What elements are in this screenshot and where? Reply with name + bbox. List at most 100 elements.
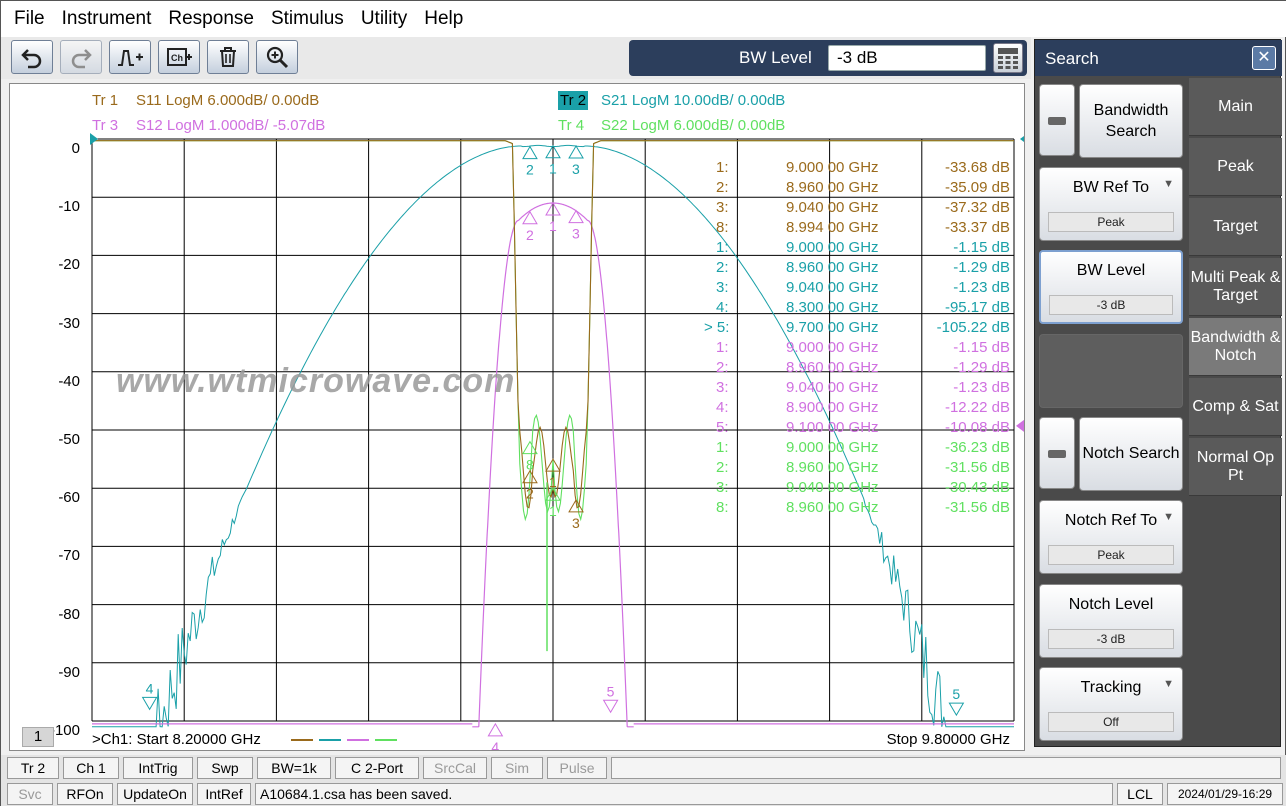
status-svc[interactable]: Svc — [7, 783, 53, 805]
menu-stimulus[interactable]: Stimulus — [264, 8, 354, 30]
menu-help[interactable]: Help — [417, 8, 473, 30]
bw-level-button[interactable]: BW Level -3 dB — [1039, 250, 1183, 324]
stop-frequency[interactable]: Stop 9.80000 GHz — [887, 731, 1010, 748]
tracking-button[interactable]: Tracking ▼ Off — [1039, 667, 1183, 741]
tab-normal-op-pt[interactable]: Normal Op Pt — [1189, 438, 1282, 496]
notch-ref-to-label: Notch Ref To — [1064, 512, 1158, 529]
marker-frequency: 9.040 00 GHz — [786, 199, 879, 216]
marker-id: > 5: — [704, 319, 730, 336]
chevron-down-icon: ▼ — [1163, 178, 1174, 190]
bandwidth-search-label: Bandwidth Search — [1093, 102, 1169, 140]
s21-marker-3-label: 3 — [572, 161, 580, 177]
zoom-button[interactable] — [256, 40, 298, 74]
menu-file[interactable]: File — [7, 8, 55, 30]
status-srccal[interactable]: SrcCal — [423, 757, 487, 779]
status-channel[interactable]: Ch 1 — [63, 757, 119, 779]
notch-ref-to-button[interactable]: Notch Ref To ▼ Peak — [1039, 500, 1183, 574]
marker-frequency: 9.000 00 GHz — [786, 159, 879, 176]
status-pulse[interactable]: Pulse — [547, 757, 607, 779]
marker-value: -95.17 dB — [944, 299, 1010, 316]
marker-frequency: 9.000 00 GHz — [786, 439, 879, 456]
channel-number[interactable]: 1 — [22, 727, 54, 747]
marker-id: 3: — [716, 279, 729, 296]
s12-marker-4 — [487, 722, 504, 737]
status-int-ref[interactable]: IntRef — [197, 783, 251, 805]
status-sweep[interactable]: Swp — [197, 757, 253, 779]
bandwidth-search-toggle[interactable] — [1039, 84, 1075, 156]
notch-search-label: Notch Search — [1082, 445, 1180, 462]
zoom-icon — [266, 46, 289, 69]
undo-button[interactable] — [11, 40, 53, 74]
measurement-display[interactable]: 213213213814545 Tr 1 S11 LogM 6.000dB/ 0… — [9, 83, 1025, 751]
channel-add-icon: Ch — [167, 48, 192, 66]
menu-utility[interactable]: Utility — [354, 8, 417, 30]
start-frequency[interactable]: >Ch1: Start 8.20000 GHz — [92, 731, 261, 748]
status-message: A10684.1.csa has been saved. — [255, 783, 1113, 805]
marker-frequency: 9.000 00 GHz — [786, 339, 879, 356]
marker-id: 1: — [716, 159, 729, 176]
marker-frequency: 8.960 00 GHz — [786, 499, 879, 516]
empty-softkey — [1039, 334, 1183, 408]
tab-main[interactable]: Main — [1189, 78, 1282, 136]
s21-marker-5 — [948, 702, 965, 717]
status-bar-bottom: Svc RFOn UpdateOn IntRef A10684.1.csa ha… — [1, 781, 1286, 806]
trace-3-label[interactable]: Tr 3 — [92, 117, 118, 134]
chevron-down-icon: ▼ — [1163, 511, 1174, 523]
delete-button[interactable] — [207, 40, 249, 74]
keypad-button[interactable] — [993, 43, 1023, 73]
marker-id: 1: — [716, 439, 729, 456]
status-sim[interactable]: Sim — [491, 757, 543, 779]
menu-response[interactable]: Response — [161, 8, 264, 30]
trace-2-label[interactable]: Tr 2 — [558, 91, 589, 110]
status-calibration[interactable]: C 2-Port — [335, 757, 419, 779]
trace-color-legend — [291, 739, 397, 741]
marker-value: -33.68 dB — [944, 159, 1010, 176]
bw-ref-to-button[interactable]: BW Ref To ▼ Peak — [1039, 167, 1183, 241]
tab-bandwidth-notch[interactable]: Bandwidth & Notch — [1189, 318, 1282, 376]
close-icon[interactable]: ✕ — [1252, 46, 1276, 70]
s21-marker-4 — [141, 696, 158, 711]
trace-4-label[interactable]: Tr 4 — [558, 117, 584, 134]
keypad-icon — [998, 48, 1018, 69]
watermark: www.wtmicrowave.com — [116, 362, 516, 400]
s22-marker-8-label: 8 — [526, 457, 534, 473]
notch-search-button[interactable]: Notch Search — [1079, 417, 1183, 491]
marker-value: -35.09 dB — [944, 179, 1010, 196]
add-channel-button[interactable]: Ch — [158, 40, 200, 74]
menu-instrument[interactable]: Instrument — [55, 8, 162, 30]
add-marker-button[interactable] — [109, 40, 151, 74]
marker-id: 2: — [716, 359, 729, 376]
marker-frequency: 8.960 00 GHz — [786, 359, 879, 376]
tab-peak[interactable]: Peak — [1189, 138, 1282, 196]
notch-search-toggle[interactable] — [1039, 417, 1075, 489]
status-trigger[interactable]: IntTrig — [123, 757, 193, 779]
redo-button[interactable] — [60, 40, 102, 74]
status-if-bandwidth[interactable]: BW=1k — [257, 757, 331, 779]
status-rf-on[interactable]: RFOn — [57, 783, 113, 805]
trace-1-label[interactable]: Tr 1 — [92, 92, 118, 109]
bw-ref-to-label: BW Ref To — [1072, 179, 1150, 196]
bw-level-input[interactable] — [828, 45, 986, 71]
tab-comp-sat[interactable]: Comp & Sat — [1189, 378, 1282, 436]
bw-ref-to-value: Peak — [1048, 212, 1174, 232]
bandwidth-search-button[interactable]: Bandwidth Search — [1079, 84, 1183, 158]
status-trace[interactable]: Tr 2 — [7, 757, 59, 779]
marker-frequency: 8.994 00 GHz — [786, 219, 879, 236]
search-panel: Search ✕ Bandwidth Search BW Ref To ▼ Pe… — [1034, 39, 1282, 747]
marker-frequency: 9.700 00 GHz — [786, 319, 879, 336]
tab-target[interactable]: Target — [1189, 198, 1282, 256]
status-update-on[interactable]: UpdateOn — [117, 783, 193, 805]
marker-frequency: 9.040 00 GHz — [786, 479, 879, 496]
notch-level-button[interactable]: Notch Level -3 dB — [1039, 584, 1183, 658]
trash-icon — [220, 47, 236, 67]
notch-level-value: -3 dB — [1048, 629, 1174, 649]
marker-id: 4: — [716, 399, 729, 416]
marker-frequency: 8.300 00 GHz — [786, 299, 879, 316]
tracking-value: Off — [1048, 712, 1174, 732]
s21-marker-1-label: 1 — [549, 161, 557, 177]
status-lcl[interactable]: LCL — [1117, 783, 1163, 805]
y-tick-label: -80 — [58, 605, 80, 623]
tab-multi-peak-target[interactable]: Multi Peak & Target — [1189, 258, 1282, 316]
marker-value: -1.15 dB — [953, 239, 1010, 256]
s12-marker-2 — [522, 210, 538, 225]
